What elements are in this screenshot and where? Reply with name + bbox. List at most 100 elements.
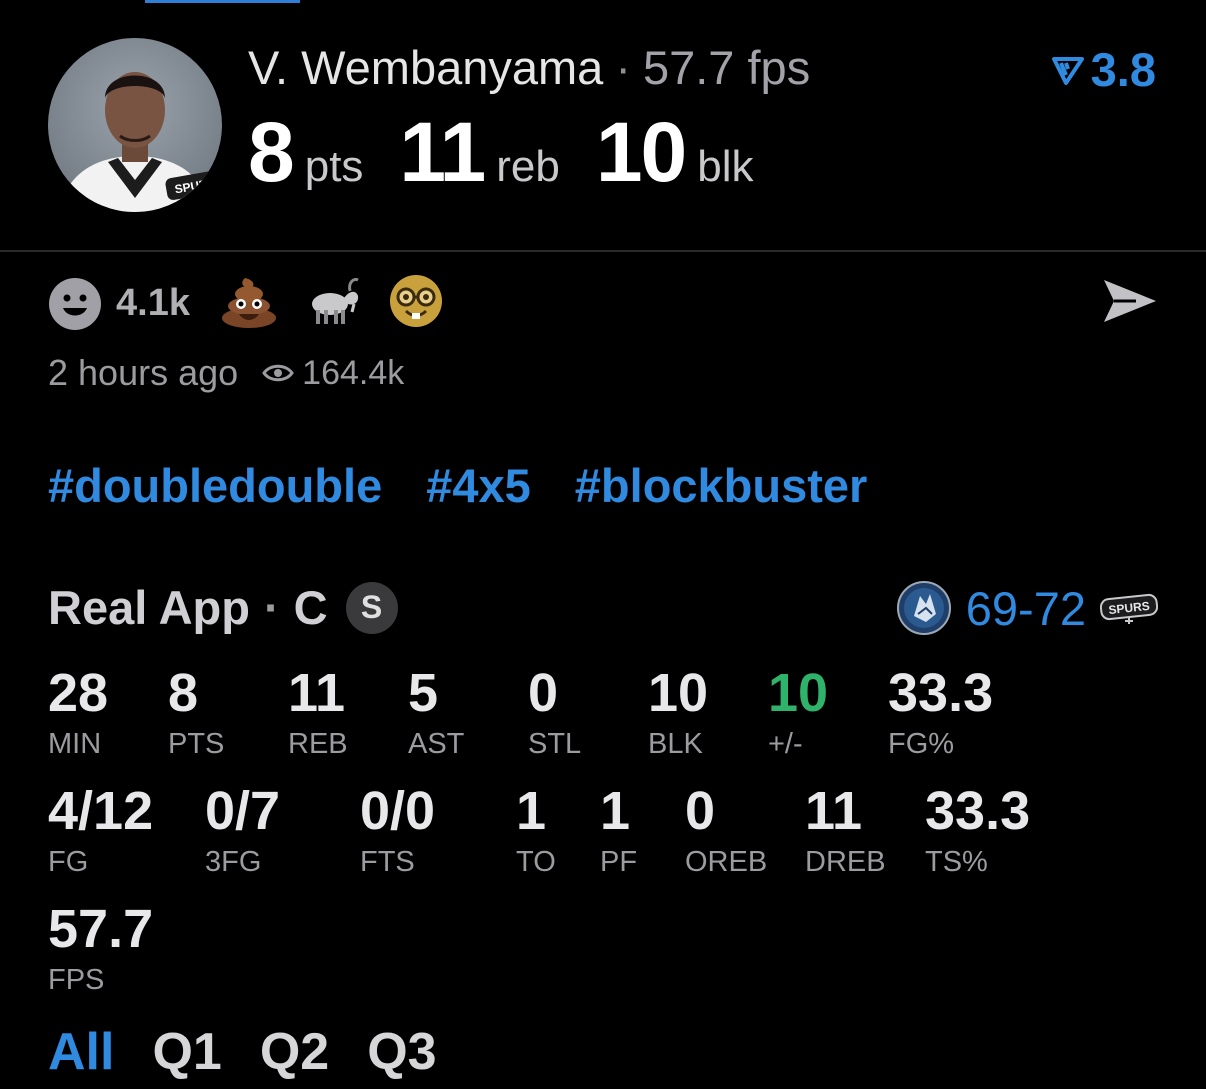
stat-plus-minus: 10 +/- bbox=[768, 666, 828, 761]
hashtags: #doubledouble #4x5 #blockbuster bbox=[48, 458, 911, 513]
share-button[interactable] bbox=[1102, 276, 1158, 331]
hashtag-link[interactable]: #blockbuster bbox=[575, 459, 868, 512]
tab-q3[interactable]: Q3 bbox=[367, 1023, 436, 1081]
rating-badge[interactable]: 3.8 bbox=[1051, 42, 1156, 97]
rating-value: 3.8 bbox=[1090, 43, 1156, 96]
headline-stats: 8 pts 11 reb 10 blk bbox=[248, 104, 790, 201]
stat-label: FG bbox=[48, 846, 89, 878]
stat-pts: 8 PTS bbox=[168, 666, 224, 761]
stat-label: OREB bbox=[685, 846, 768, 878]
stat-pf: 1 PF bbox=[600, 784, 637, 879]
stat-fts: 0/0 FTS bbox=[360, 784, 435, 879]
stat-oreb: 0 OREB bbox=[685, 784, 767, 879]
stat-value: 28 bbox=[48, 663, 109, 723]
spurs-logo-icon: SPURS bbox=[1100, 593, 1158, 624]
stat-label: PF bbox=[600, 846, 638, 878]
view-count: 164.4k bbox=[302, 353, 405, 392]
player-position: C bbox=[293, 581, 328, 634]
stat-value: 0/0 bbox=[360, 781, 436, 841]
stat-value: 0/7 bbox=[205, 781, 281, 841]
quarter-tabs: All Q1 Q2 Q3 bbox=[48, 1022, 475, 1082]
stat-dreb: 11 DREB bbox=[805, 784, 886, 879]
stat-fps: 57.7 FPS bbox=[48, 902, 153, 997]
time-ago: 2 hours ago bbox=[48, 352, 239, 393]
stat-label: +/- bbox=[768, 728, 803, 760]
headline-blk-unit: blk bbox=[697, 142, 754, 191]
stat-label: FPS bbox=[48, 964, 105, 996]
status-badge: S bbox=[345, 581, 398, 634]
stat-stl: 0 STL bbox=[528, 666, 581, 761]
rating-icon bbox=[1051, 56, 1084, 85]
separator-dot: · bbox=[263, 581, 280, 634]
stat-fg: 4/12 FG bbox=[48, 784, 153, 879]
source-name: Real App bbox=[48, 581, 250, 634]
stat-label: FG% bbox=[888, 728, 955, 760]
stat-blk: 10 BLK bbox=[648, 666, 708, 761]
stat-value: 11 bbox=[805, 781, 863, 841]
score-value: 69-72 bbox=[965, 581, 1086, 635]
stat-value: 33.3 bbox=[925, 781, 1031, 841]
stat-label: MIN bbox=[48, 728, 102, 760]
headline-reb-value: 11 bbox=[399, 105, 486, 199]
stat-label: DREB bbox=[805, 846, 886, 878]
stat-ast: 5 AST bbox=[408, 666, 464, 761]
stat-label: TS% bbox=[925, 846, 988, 878]
stat-value: 1 bbox=[516, 781, 547, 841]
tab-all[interactable]: All bbox=[48, 1023, 114, 1081]
nerd-face-emoji-icon[interactable] bbox=[388, 273, 444, 334]
hashtag-link[interactable]: #doubledouble bbox=[48, 459, 382, 512]
reaction-count: 4.1k bbox=[116, 282, 190, 324]
header-divider bbox=[0, 250, 1206, 252]
player-name[interactable]: V. Wembanyama bbox=[248, 41, 603, 94]
stat-label: AST bbox=[408, 728, 465, 760]
smiley-react-icon[interactable] bbox=[48, 277, 102, 331]
goat-emoji-icon[interactable] bbox=[304, 274, 362, 333]
headline-pts-value: 8 bbox=[248, 105, 295, 199]
stat-value: 10 bbox=[768, 663, 829, 723]
stat-label: TO bbox=[516, 846, 556, 878]
eye-icon bbox=[262, 364, 294, 382]
poop-emoji-icon[interactable] bbox=[220, 274, 278, 333]
game-row: Real App · C S 69-72 SPURS bbox=[48, 580, 1158, 636]
hashtag-link[interactable]: #4x5 bbox=[426, 459, 531, 512]
stat-value: 8 bbox=[168, 663, 199, 723]
stat-label: STL bbox=[528, 728, 582, 760]
stat-value: 0 bbox=[685, 781, 716, 841]
player-line: V. Wembanyama · 57.7 fps bbox=[248, 40, 810, 95]
separator-dot: · bbox=[615, 41, 631, 94]
player-header: SPURS V. Wembanyama · 57.7 fps 3.8 8 pts 1… bbox=[0, 0, 1206, 250]
stat-value: 33.3 bbox=[888, 663, 994, 723]
stat-value: 11 bbox=[288, 663, 346, 723]
stat-to: 1 TO bbox=[516, 784, 556, 879]
post-meta: 2 hours ago 164.4k bbox=[48, 352, 404, 394]
player-avatar[interactable]: SPURS bbox=[48, 38, 222, 212]
stat-reb: 11 REB bbox=[288, 666, 348, 761]
stat-ts-pct: 33.3 TS% bbox=[925, 784, 1030, 879]
tab-q1[interactable]: Q1 bbox=[152, 1023, 221, 1081]
reactions-bar: 4.1k bbox=[48, 273, 470, 334]
stat-3fg: 0/7 3FG bbox=[205, 784, 280, 879]
source-info: Real App · C S bbox=[48, 580, 398, 635]
stat-fg-pct: 33.3 FG% bbox=[888, 666, 993, 761]
headline-reb-unit: reb bbox=[496, 142, 560, 191]
stat-value: 57.7 bbox=[48, 899, 154, 959]
stat-label: BLK bbox=[648, 728, 703, 760]
game-score[interactable]: 69-72 SPURS bbox=[896, 580, 1158, 636]
stat-label: 3FG bbox=[205, 846, 262, 878]
stat-value: 10 bbox=[648, 663, 709, 723]
tab-q2[interactable]: Q2 bbox=[260, 1023, 329, 1081]
stat-label: REB bbox=[288, 728, 348, 760]
stat-label: PTS bbox=[168, 728, 225, 760]
stat-value: 4/12 bbox=[48, 781, 154, 841]
stat-value: 0 bbox=[528, 663, 559, 723]
headline-pts-unit: pts bbox=[304, 142, 364, 191]
send-icon bbox=[1104, 280, 1156, 322]
stat-min: 28 MIN bbox=[48, 666, 108, 761]
stat-value: 5 bbox=[408, 663, 439, 723]
player-photo: SPURS bbox=[58, 72, 222, 212]
timberwolves-logo-icon bbox=[896, 581, 951, 635]
stat-label: FTS bbox=[360, 846, 415, 878]
headline-blk-value: 10 bbox=[595, 105, 687, 199]
fps-label: 57.7 fps bbox=[642, 41, 811, 94]
stat-value: 1 bbox=[600, 781, 631, 841]
